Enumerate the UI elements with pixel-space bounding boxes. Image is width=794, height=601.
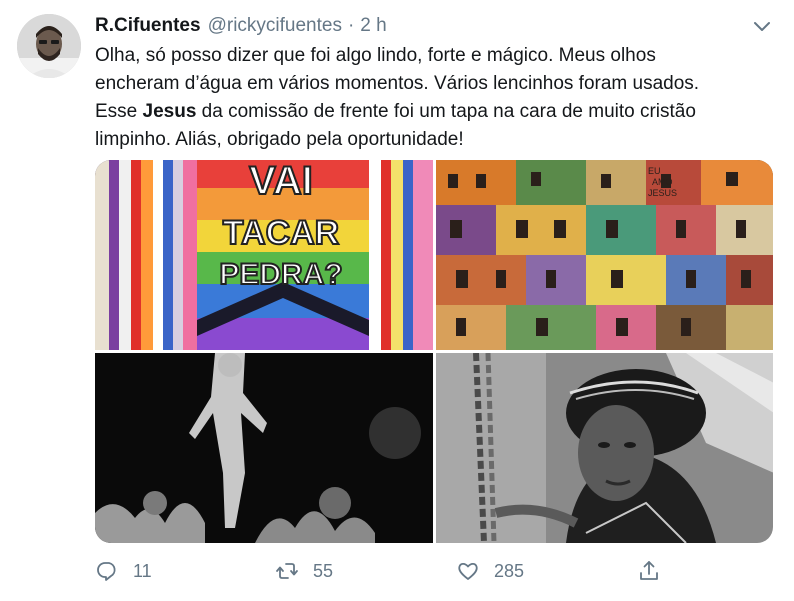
timestamp[interactable]: 2 h bbox=[360, 15, 386, 37]
sign-text: VAI bbox=[249, 160, 313, 203]
share-button[interactable] bbox=[637, 556, 675, 586]
media-grid: VAI TACAR PEDRA? EU AMO JESUS bbox=[95, 160, 773, 543]
tweet-text-fragment: da comissão de frente foi um tapa na car… bbox=[196, 101, 696, 122]
reply-button[interactable]: 11 bbox=[95, 556, 152, 586]
chevron-down-icon[interactable] bbox=[752, 16, 772, 36]
wall-text: JESUS bbox=[648, 188, 677, 198]
like-count: 285 bbox=[494, 560, 525, 581]
wall-text: EU bbox=[648, 166, 661, 176]
sign-text: PEDRA? bbox=[219, 258, 342, 291]
like-button[interactable]: 285 bbox=[456, 556, 524, 586]
reply-count: 11 bbox=[133, 560, 152, 581]
sign-text: TACAR bbox=[223, 214, 339, 252]
author-name[interactable]: R.Cifuentes bbox=[95, 15, 201, 37]
media-photo-3[interactable] bbox=[95, 353, 433, 543]
wall-text: AMO bbox=[652, 177, 673, 187]
tweet-text-line: limpinho. Aliás, obrigado pela oportunid… bbox=[95, 129, 464, 150]
tweet-text-line: Olha, só posso dizer que foi algo lindo,… bbox=[95, 45, 656, 66]
tweet-text-fragment: Esse bbox=[95, 101, 143, 122]
reply-icon bbox=[97, 562, 116, 581]
tweet-text: Olha, só posso dizer que foi algo lindo,… bbox=[95, 42, 775, 154]
action-bar: 11 55 285 bbox=[95, 556, 775, 586]
author-handle[interactable]: @rickycifuentes bbox=[208, 15, 342, 37]
retweet-count: 55 bbox=[313, 560, 334, 581]
separator-dot: · bbox=[347, 15, 355, 36]
tweet-text-line: Esse Jesus da comissão de frente foi um … bbox=[95, 98, 775, 126]
tweet-text-line: encheram d’água em vários momentos. Vári… bbox=[95, 73, 700, 94]
tweet[interactable]: R.Cifuentes @rickycifuentes · 2 h Olha, … bbox=[0, 0, 794, 601]
retweet-button[interactable]: 55 bbox=[275, 556, 333, 586]
share-icon bbox=[640, 561, 658, 580]
media-photo-2[interactable]: EU AMO JESUS bbox=[436, 160, 773, 350]
tweet-header: R.Cifuentes @rickycifuentes · 2 h bbox=[95, 14, 387, 38]
retweet-icon bbox=[276, 563, 298, 579]
avatar[interactable] bbox=[17, 14, 81, 78]
media-photo-1[interactable]: VAI TACAR PEDRA? bbox=[95, 160, 433, 350]
media-photo-4[interactable] bbox=[436, 353, 773, 543]
like-icon bbox=[458, 562, 478, 580]
tweet-text-bold: Jesus bbox=[142, 101, 197, 122]
